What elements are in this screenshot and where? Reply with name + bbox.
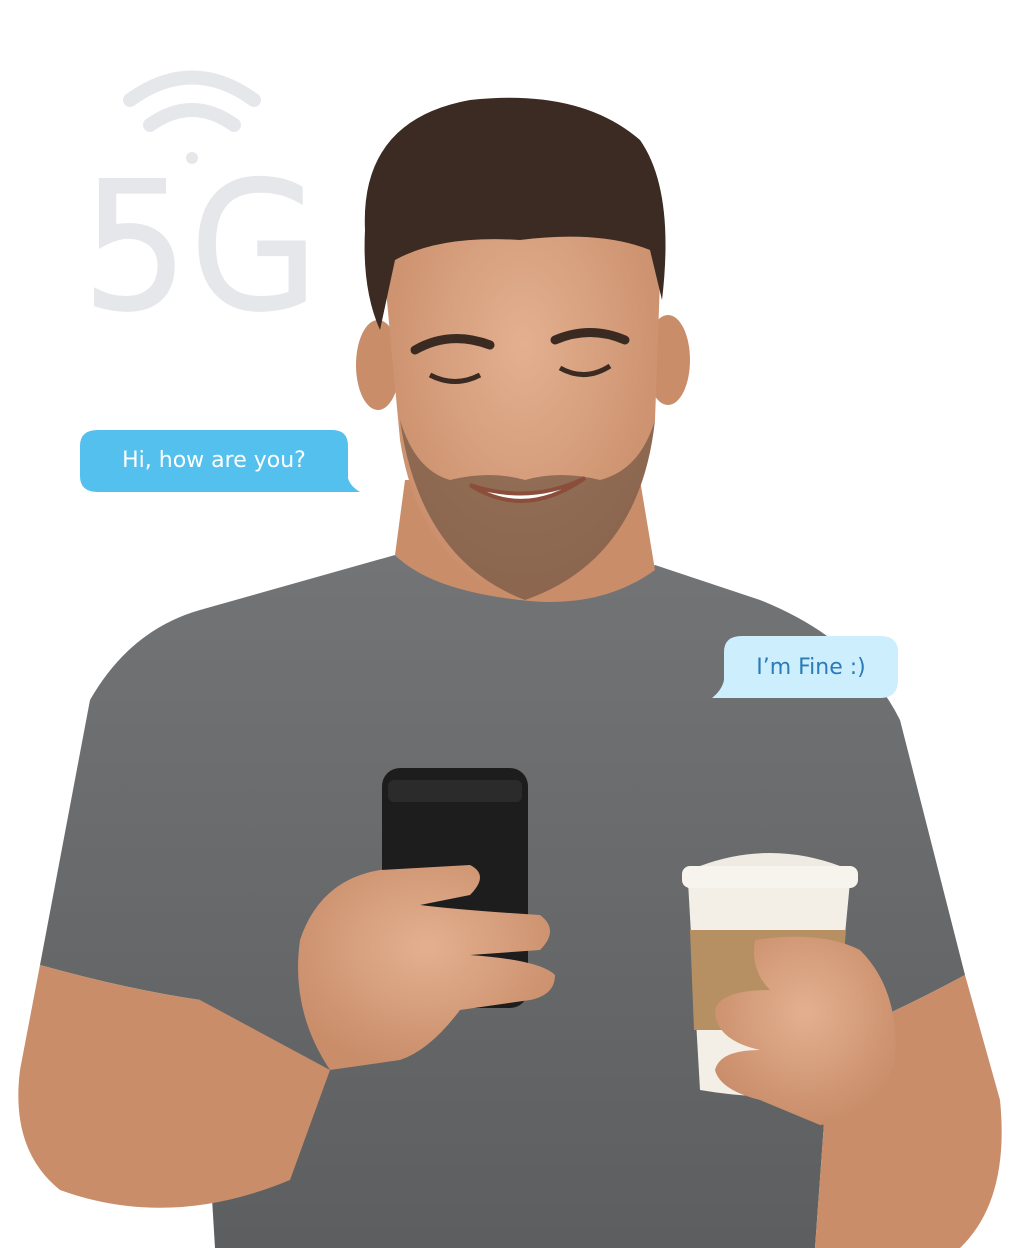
- outgoing-message-bubble: I’m Fine :): [712, 636, 900, 700]
- badge-5g-label: 5G: [82, 149, 319, 345]
- photo-scene: 5G: [18, 70, 1002, 1248]
- badge-5g: 5G: [78, 70, 324, 350]
- outgoing-message-text: I’m Fine :): [756, 655, 866, 680]
- incoming-message-bubble: Hi, how are you?: [80, 430, 360, 494]
- incoming-message-text: Hi, how are you?: [122, 448, 306, 473]
